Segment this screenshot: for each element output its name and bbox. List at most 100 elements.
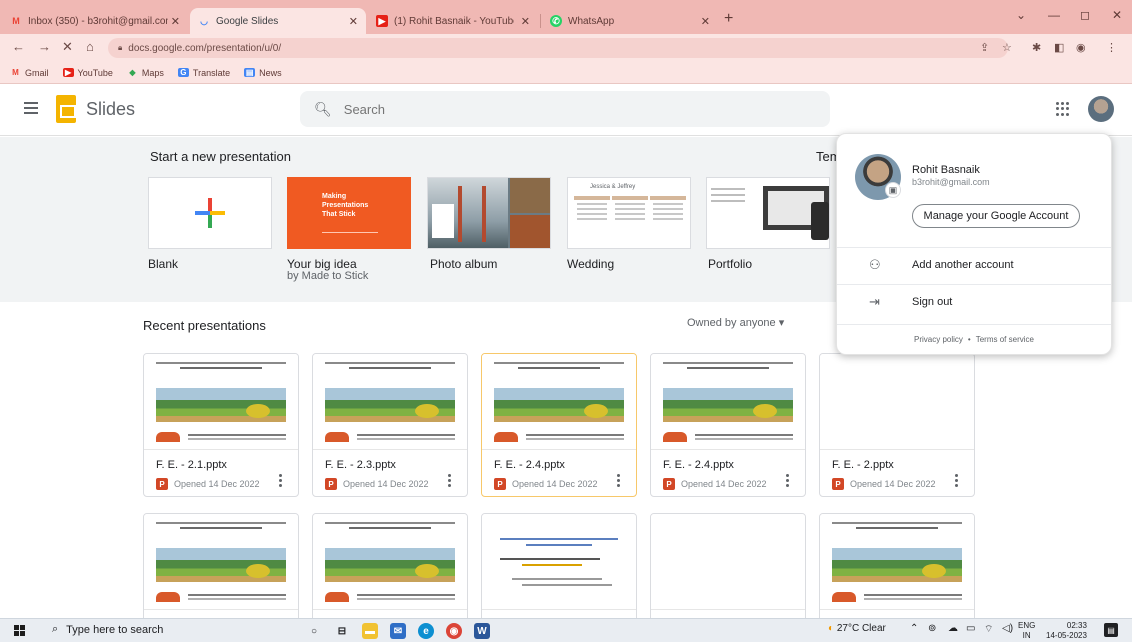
- tab-title: WhatsApp: [568, 15, 615, 27]
- file-card[interactable]: F. E. - 2.3.pptx P Opened 14 Dec 2022: [312, 353, 468, 497]
- file-card[interactable]: [819, 513, 975, 623]
- browser-menu-icon[interactable]: ⋮: [1106, 41, 1117, 54]
- file-explorer-icon[interactable]: ▬: [362, 623, 378, 639]
- main-menu-icon[interactable]: [24, 102, 38, 117]
- tab-youtube[interactable]: ▶ (1) Rohit Basnaik - YouTube ✕: [368, 8, 538, 34]
- template-label: Your big idea: [287, 257, 357, 271]
- taskbar-search[interactable]: ⌕ Type here to search: [52, 623, 163, 636]
- close-tab-icon[interactable]: ✕: [701, 15, 710, 28]
- file-card[interactable]: F. E. - 2.4.pptx P Opened 14 Dec 2022: [650, 353, 806, 497]
- network-icon[interactable]: ⊚: [928, 623, 936, 634]
- template-blank[interactable]: [148, 177, 272, 249]
- onedrive-icon[interactable]: ☁: [948, 623, 958, 634]
- tab-google-slides[interactable]: ◡ Google Slides ✕: [190, 8, 366, 34]
- more-options-icon[interactable]: [617, 474, 620, 489]
- new-tab-button[interactable]: +: [724, 10, 733, 28]
- template-label: Photo album: [430, 257, 498, 271]
- file-card[interactable]: [143, 513, 299, 623]
- clock[interactable]: 02:33 14-05-2023: [1046, 621, 1087, 641]
- sign-out-icon: ⇥: [869, 293, 880, 309]
- word-icon[interactable]: W: [474, 623, 490, 639]
- bookmark-gmail[interactable]: M Gmail: [10, 68, 48, 78]
- tab-search-icon[interactable]: ⌄: [1016, 8, 1026, 22]
- wifi-icon[interactable]: ⌔: [984, 623, 993, 636]
- search-icon[interactable]: 🔍︎: [314, 101, 332, 118]
- manage-account-button[interactable]: Manage your Google Account: [912, 204, 1080, 228]
- google-apps-icon[interactable]: [1056, 102, 1070, 116]
- tab-whatsapp[interactable]: ✆ WhatsApp ✕: [542, 8, 718, 34]
- bookmark-news[interactable]: ▤ News: [244, 68, 282, 78]
- file-thumbnail: [482, 514, 636, 610]
- file-meta: P Opened 14 Dec 2022: [325, 478, 429, 490]
- plus-icon: [195, 198, 225, 228]
- file-name: F. E. - 2.pptx: [832, 459, 894, 471]
- privacy-policy-link[interactable]: Privacy policy: [914, 335, 963, 344]
- template-wedding[interactable]: Jessica & Jeffrey: [567, 177, 691, 249]
- file-card[interactable]: F. E. - 2.pptx P Opened 14 Dec 2022: [819, 353, 975, 497]
- file-thumbnail-blank: [651, 514, 805, 610]
- file-card[interactable]: [312, 513, 468, 623]
- search-box[interactable]: 🔍︎: [300, 91, 830, 127]
- extensions-icon[interactable]: ✱: [1032, 41, 1041, 54]
- file-card-selected[interactable]: F. E. - 2.4.pptx P Opened 14 Dec 2022: [481, 353, 637, 497]
- bookmark-translate[interactable]: G Translate: [177, 68, 230, 78]
- file-thumbnail: [313, 354, 467, 450]
- windows-start-icon[interactable]: [14, 625, 25, 636]
- camera-icon[interactable]: ▣: [885, 182, 901, 198]
- tray-chevron-icon[interactable]: ⌃: [910, 623, 918, 634]
- task-view-icon[interactable]: ⊟: [334, 623, 350, 639]
- template-big-idea[interactable]: Making Presentations That Stick: [287, 177, 411, 249]
- stop-loading-icon[interactable]: ✕: [62, 39, 73, 55]
- account-avatar[interactable]: [1088, 96, 1114, 122]
- slides-logo-icon[interactable]: [56, 95, 76, 123]
- maximize-button[interactable]: ◻: [1080, 8, 1090, 22]
- close-tab-icon[interactable]: ✕: [521, 15, 530, 28]
- more-options-icon[interactable]: [448, 474, 451, 489]
- bookmark-maps[interactable]: ◆ Maps: [127, 68, 164, 78]
- file-thumbnail: [144, 514, 298, 610]
- owner-filter-dropdown[interactable]: Owned by anyone ▾: [687, 316, 784, 329]
- sign-out-item[interactable]: ⇥ Sign out: [837, 284, 1111, 318]
- file-card[interactable]: [650, 513, 806, 623]
- url-bar[interactable]: 🔒︎ docs.google.com/presentation/u/0/: [108, 38, 1008, 58]
- add-account-item[interactable]: ⚇ Add another account: [837, 247, 1111, 281]
- search-input[interactable]: [343, 101, 744, 117]
- file-meta: P Opened 14 Dec 2022: [156, 478, 260, 490]
- minimize-button[interactable]: —: [1048, 8, 1060, 22]
- forward-arrow-icon[interactable]: →: [38, 39, 51, 54]
- template-portfolio[interactable]: [706, 177, 830, 249]
- clock-time: 02:33: [1066, 621, 1087, 630]
- battery-icon[interactable]: ▭: [966, 623, 975, 634]
- weather-icon: ◐: [828, 623, 835, 634]
- language-indicator[interactable]: ENG IN: [1018, 621, 1035, 641]
- more-options-icon[interactable]: [786, 474, 789, 489]
- side-panel-icon[interactable]: ◧: [1054, 41, 1064, 54]
- more-options-icon[interactable]: [279, 474, 282, 489]
- notification-icon[interactable]: ▤: [1104, 623, 1118, 637]
- file-opened: Opened 14 Dec 2022: [850, 479, 936, 489]
- back-arrow-icon[interactable]: ←: [12, 39, 25, 54]
- chrome-icon[interactable]: ◉: [446, 623, 462, 639]
- share-icon[interactable]: ⇪: [980, 41, 989, 54]
- tab-gmail[interactable]: M Inbox (350) - b3rohit@gmail.com ✕: [2, 8, 188, 34]
- edge-icon[interactable]: e: [418, 623, 434, 639]
- home-icon[interactable]: ⌂: [86, 39, 94, 54]
- bookmark-star-icon[interactable]: ☆: [1002, 41, 1012, 54]
- close-window-button[interactable]: ✕: [1112, 8, 1122, 22]
- weather-widget[interactable]: ◐ 27°C Clear: [828, 623, 886, 634]
- volume-icon[interactable]: ◁): [1002, 623, 1013, 634]
- terms-link[interactable]: Terms of service: [976, 335, 1034, 344]
- cortana-icon[interactable]: ○: [306, 623, 322, 639]
- template-photo-album[interactable]: [427, 177, 551, 249]
- mail-icon[interactable]: ✉: [390, 623, 406, 639]
- file-card[interactable]: F. E. - 2.1.pptx P Opened 14 Dec 2022: [143, 353, 299, 497]
- more-options-icon[interactable]: [955, 474, 958, 489]
- close-tab-icon[interactable]: ✕: [171, 15, 180, 28]
- file-thumbnail: [651, 354, 805, 450]
- app-name[interactable]: Slides: [86, 99, 135, 120]
- close-tab-icon[interactable]: ✕: [349, 15, 358, 28]
- bookmark-youtube[interactable]: ▶ YouTube: [62, 68, 113, 78]
- file-card[interactable]: [481, 513, 637, 623]
- url-text: docs.google.com/presentation/u/0/: [128, 42, 282, 54]
- profile-icon[interactable]: ◉: [1076, 41, 1086, 54]
